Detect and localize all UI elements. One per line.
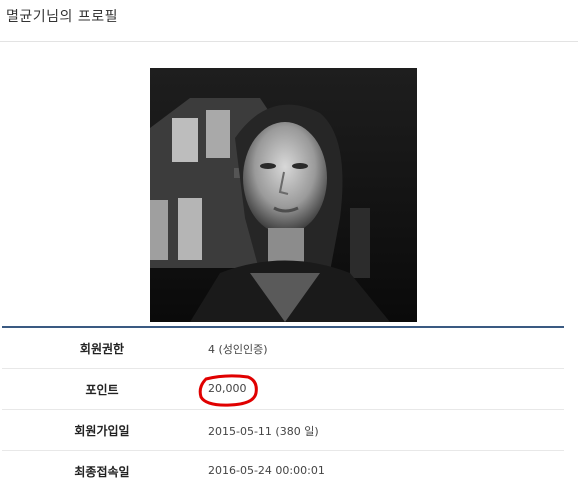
points-value: 20,000 xyxy=(208,382,247,395)
info-row-points: 포인트 20,000 xyxy=(2,369,564,410)
info-row-join-date: 회원가입일 2015-05-11 (380 일) xyxy=(2,410,564,451)
page-title: 멸균기님의 프로필 xyxy=(6,9,118,25)
membership-value: 4 (성인인증) xyxy=(208,343,268,356)
membership-label: 회원권한 xyxy=(79,342,125,356)
profile-photo xyxy=(150,68,417,322)
profile-header: 멸균기님의 프로필 xyxy=(0,0,578,42)
points-label: 포인트 xyxy=(85,383,119,397)
last-login-label: 최종접속일 xyxy=(74,465,130,479)
info-row-membership: 회원권한 4 (성인인증) xyxy=(2,328,564,369)
last-login-value: 2016-05-24 00:00:01 xyxy=(208,464,325,477)
join-date-label: 회원가입일 xyxy=(74,424,130,438)
join-date-value: 2015-05-11 (380 일) xyxy=(208,425,319,438)
